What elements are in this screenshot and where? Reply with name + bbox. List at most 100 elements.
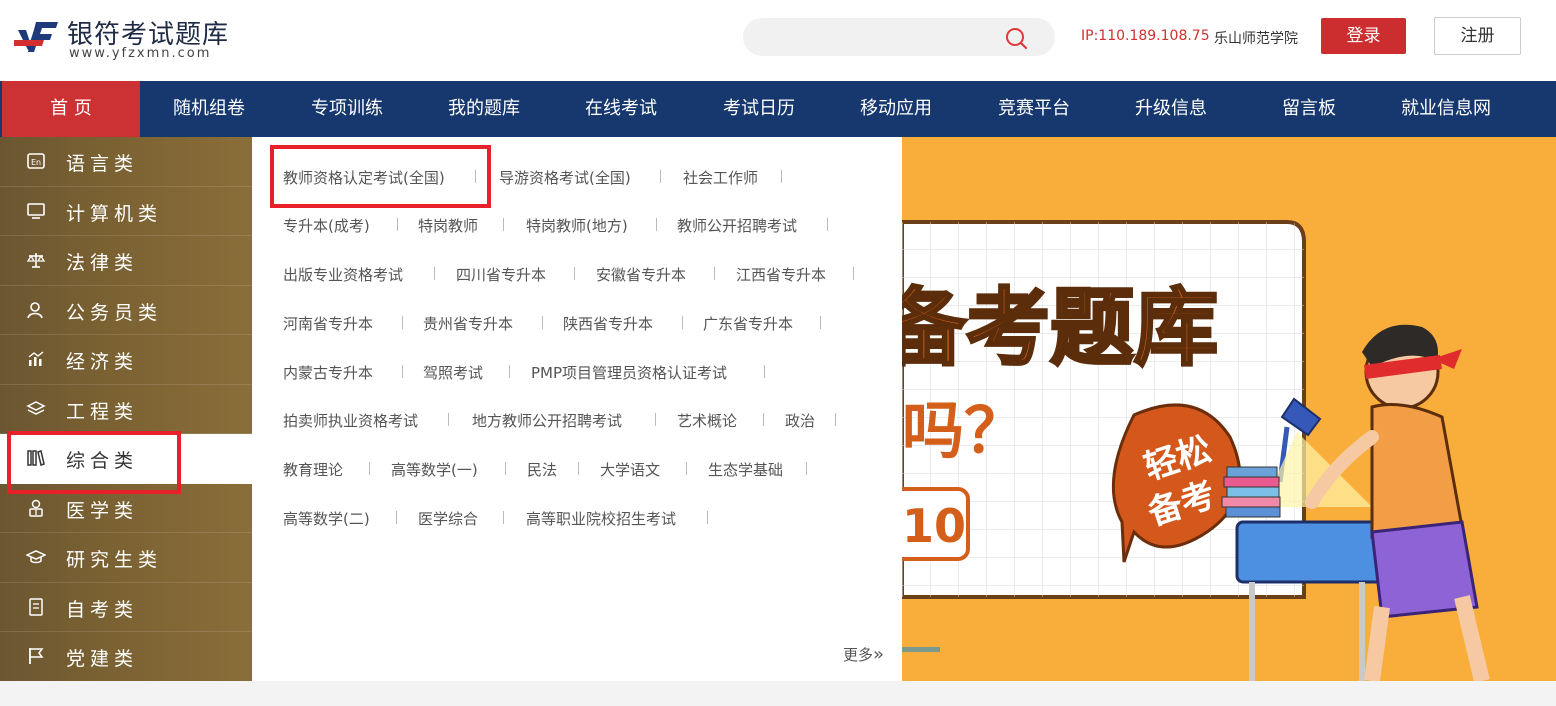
nav-item-competition[interactable]: 竞赛平台 xyxy=(965,81,1103,137)
divider xyxy=(503,511,504,524)
divider xyxy=(655,413,656,426)
register-button[interactable]: 注册 xyxy=(1434,17,1521,55)
sidebar-item-label: 计算机类 xyxy=(66,202,163,225)
category-link[interactable]: 四川省专升本 xyxy=(456,264,546,285)
divider xyxy=(682,316,683,329)
divider xyxy=(402,365,403,378)
category-link[interactable]: 高等数学(二) xyxy=(283,508,370,529)
sidebar-item-law[interactable]: 法律类 xyxy=(0,236,252,286)
sidebar-item-label: 党建类 xyxy=(66,648,139,670)
highlight-box-teacher-cert xyxy=(270,145,491,208)
category-link[interactable]: 高等数学(一) xyxy=(391,459,478,480)
search-input[interactable] xyxy=(761,24,1001,50)
sidebar-item-label: 研究生类 xyxy=(66,549,163,571)
nav-item-mobile-app[interactable]: 移动应用 xyxy=(827,81,965,137)
logo-mark-icon xyxy=(14,22,58,52)
sidebar-item-label: 经济类 xyxy=(66,351,139,373)
divider xyxy=(853,267,854,280)
search-icon[interactable] xyxy=(1004,26,1028,50)
layers-icon xyxy=(26,400,46,415)
category-link[interactable]: 特岗教师(地方) xyxy=(526,215,628,236)
site-logo[interactable]: 银符考试题库 www.yfzxmn.com xyxy=(12,12,242,64)
document-icon xyxy=(29,597,43,616)
graduation-cap-icon xyxy=(26,550,46,564)
category-link[interactable]: 民法 xyxy=(527,459,557,480)
login-button[interactable]: 登录 xyxy=(1321,18,1406,54)
category-link[interactable]: 艺术概论 xyxy=(677,410,737,431)
category-link[interactable]: 广东省专升本 xyxy=(703,313,793,334)
footer-strip xyxy=(0,681,1556,706)
banner-question: 吗？ xyxy=(902,394,1026,467)
category-link[interactable]: 政治 xyxy=(785,410,815,431)
nav-item-upgrade-info[interactable]: 升级信息 xyxy=(1102,81,1240,137)
banner-illustration: 备考题库 吗？ 10 轻松 备考 xyxy=(902,220,1490,681)
category-link[interactable]: 拍卖师执业资格考试 xyxy=(283,410,418,431)
divider xyxy=(656,218,657,231)
sidebar-item-label: 医学类 xyxy=(66,499,139,522)
sidebar-item-graduate[interactable]: 研究生类 xyxy=(0,533,252,583)
sidebar-item-label: 公务员类 xyxy=(66,301,163,324)
category-link[interactable]: 贵州省专升本 xyxy=(423,313,513,334)
category-link[interactable]: 教育理论 xyxy=(283,459,343,480)
category-link[interactable]: 河南省专升本 xyxy=(283,313,373,334)
sidebar-item-computer[interactable]: 计算机类 xyxy=(0,187,252,236)
sidebar-item-language[interactable]: En 语言类 xyxy=(0,137,252,187)
divider xyxy=(542,316,543,329)
category-link[interactable]: 内蒙古专升本 xyxy=(283,362,373,383)
category-link[interactable]: 江西省专升本 xyxy=(736,264,826,285)
sidebar-item-economics[interactable]: 经济类 xyxy=(0,335,252,385)
category-link[interactable]: 安徽省专升本 xyxy=(596,264,686,285)
nav-item-home[interactable]: 首 页 xyxy=(2,81,140,137)
category-link[interactable]: 生态学基础 xyxy=(708,459,783,480)
category-link[interactable]: 专升本(成考) xyxy=(283,215,370,236)
category-link[interactable]: 特岗教师 xyxy=(418,215,478,236)
category-link[interactable]: 医学综合 xyxy=(418,508,478,529)
sidebar-item-label: 法律类 xyxy=(66,252,139,274)
category-sidebar: En 语言类 计算机类 法律类 公务员类 经济类 工程类 综合类 医学类 研究生… xyxy=(0,137,252,682)
nav-item-jobs[interactable]: 就业信息网 xyxy=(1377,81,1515,137)
monitor-icon xyxy=(27,202,45,219)
banner-headline: 备考题库 xyxy=(902,279,1218,377)
category-link[interactable]: 社会工作师 xyxy=(683,167,758,188)
category-link[interactable]: PMP项目管理员资格认证考试 xyxy=(531,362,727,383)
promo-banner[interactable]: 备考题库 吗？ 10 轻松 备考 xyxy=(902,137,1556,681)
category-link[interactable]: 高等职业院校招生考试 xyxy=(526,508,676,529)
logo-url: www.yfzxmn.com xyxy=(69,46,212,61)
divider xyxy=(835,413,836,426)
sidebar-item-engineering[interactable]: 工程类 xyxy=(0,385,252,434)
divider xyxy=(509,365,510,378)
more-label: 更多 xyxy=(843,646,874,664)
divider xyxy=(574,267,575,280)
nav-item-online-exam[interactable]: 在线考试 xyxy=(552,81,690,137)
sidebar-item-self-study[interactable]: 自考类 xyxy=(0,583,252,632)
divider xyxy=(806,462,807,475)
doctor-icon xyxy=(29,499,43,517)
more-link[interactable]: 更多» xyxy=(843,644,884,665)
nav-item-special-training[interactable]: 专项训练 xyxy=(278,81,416,137)
chart-icon xyxy=(28,351,44,366)
sidebar-item-civil-servant[interactable]: 公务员类 xyxy=(0,286,252,335)
sidebar-item-label: 自考类 xyxy=(66,598,139,621)
nav-item-exam-calendar[interactable]: 考试日历 xyxy=(690,81,828,137)
double-chevron-right-icon: » xyxy=(873,644,885,665)
svg-text:En: En xyxy=(31,158,41,167)
category-link[interactable]: 出版专业资格考试 xyxy=(283,264,403,285)
category-link[interactable]: 驾照考试 xyxy=(423,362,483,383)
category-link[interactable]: 陕西省专升本 xyxy=(563,313,653,334)
divider xyxy=(578,462,579,475)
sidebar-item-party[interactable]: 党建类 xyxy=(0,632,252,682)
nav-item-random-paper[interactable]: 随机组卷 xyxy=(140,81,278,137)
category-link[interactable]: 导游资格考试(全国) xyxy=(499,167,631,188)
flag-icon xyxy=(29,648,44,664)
category-link[interactable]: 教师公开招聘考试 xyxy=(677,215,797,236)
divider xyxy=(396,511,397,524)
nav-item-my-bank[interactable]: 我的题库 xyxy=(415,81,553,137)
divider xyxy=(369,462,370,475)
nav-item-message-board[interactable]: 留言板 xyxy=(1240,81,1378,137)
divider xyxy=(707,511,708,524)
category-link[interactable]: 地方教师公开招聘考试 xyxy=(472,410,622,431)
ip-address: IP:110.189.108.75 xyxy=(1081,28,1210,44)
divider xyxy=(764,365,765,378)
highlight-box-comprehensive xyxy=(7,431,181,494)
category-link[interactable]: 大学语文 xyxy=(600,459,660,480)
